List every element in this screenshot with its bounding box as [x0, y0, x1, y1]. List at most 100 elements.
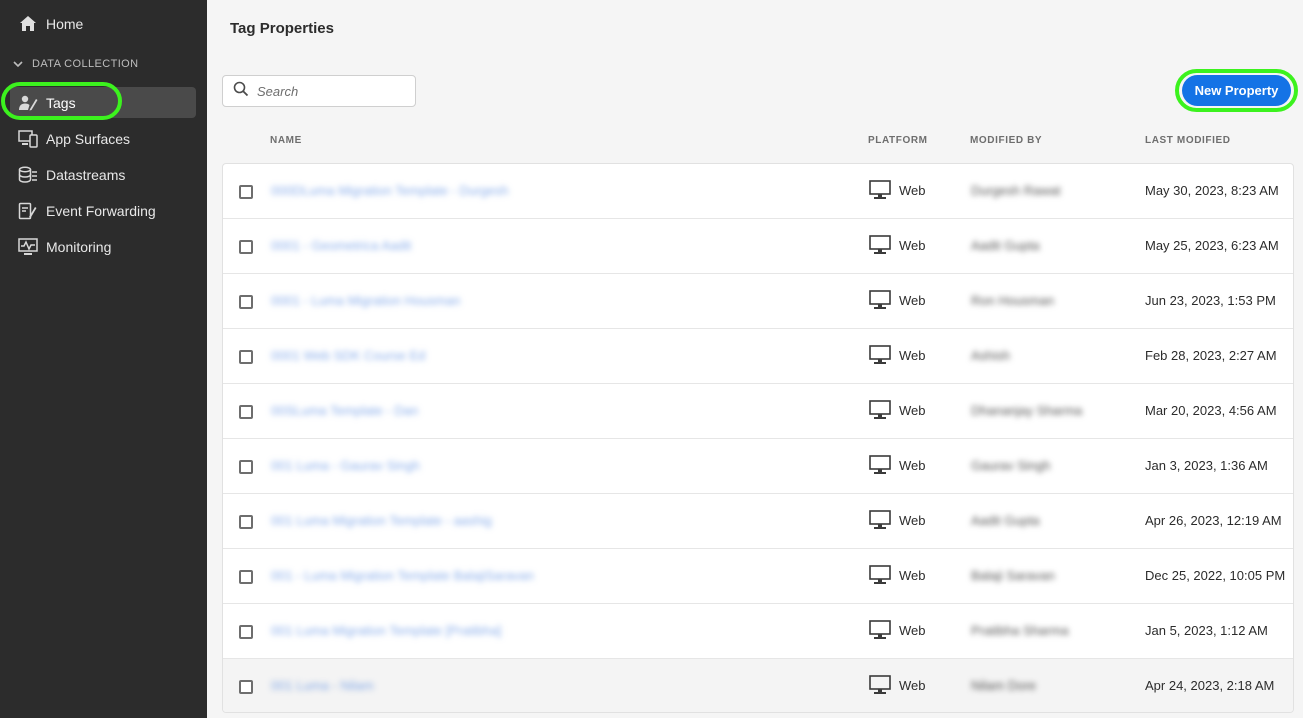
monitor-icon: [869, 675, 891, 695]
table-row[interactable]: 000DLuma Migration Template - Durgesh We…: [223, 164, 1293, 219]
platform-label: Web: [899, 512, 926, 528]
row-checkbox[interactable]: [239, 625, 253, 639]
datastreams-icon: [18, 165, 38, 185]
row-checkbox[interactable]: [239, 680, 253, 694]
modified-by-cell: Aadit Gupta: [971, 513, 1040, 528]
row-checkbox[interactable]: [239, 295, 253, 309]
section-data-collection[interactable]: DATA COLLECTION: [12, 58, 138, 70]
column-header-last-modified[interactable]: LAST MODIFIED: [1145, 135, 1231, 146]
platform-label: Web: [899, 677, 926, 693]
table-row[interactable]: 001 Luma - Gaurav Singh Web Gaurav Singh…: [223, 439, 1293, 494]
last-modified-cell: Apr 26, 2023, 12:19 AM: [1145, 513, 1282, 528]
table-row[interactable]: 001 Luma Migration Template [Pratibha] W…: [223, 604, 1293, 659]
name-redaction: [263, 329, 551, 383]
sidebar-item-label: Monitoring: [46, 238, 112, 255]
sidebar-item-label: Home: [46, 15, 84, 32]
monitor-icon: [869, 180, 891, 200]
modified-by-cell: Ashish: [971, 348, 1011, 363]
name-redaction: [263, 659, 551, 712]
platform-label: Web: [899, 237, 926, 253]
column-header-name[interactable]: NAME: [270, 135, 302, 146]
table-row[interactable]: 0001 - Luma Migration Housman Web Ron Ho…: [223, 274, 1293, 329]
name-redaction: [263, 274, 551, 328]
row-checkbox[interactable]: [239, 405, 253, 419]
platform-cell: Web: [869, 455, 926, 475]
last-modified-cell: Apr 24, 2023, 2:18 AM: [1145, 678, 1275, 693]
last-modified-cell: Feb 28, 2023, 2:27 AM: [1145, 348, 1277, 363]
sidebar-item-datastreams[interactable]: Datastreams: [10, 159, 196, 190]
row-checkbox[interactable]: [239, 240, 253, 254]
column-header-modified-by[interactable]: MODIFIED BY: [970, 135, 1042, 146]
row-checkbox[interactable]: [239, 350, 253, 364]
name-redaction: [263, 549, 551, 603]
name-redaction: [263, 164, 551, 218]
platform-label: Web: [899, 622, 926, 638]
modified-by-cell: Durgesh Rawat: [971, 183, 1061, 198]
app-surfaces-icon: [18, 129, 38, 149]
table-row[interactable]: 00SLuma Template - Dan Web Dhananjay Sha…: [223, 384, 1293, 439]
monitor-icon: [869, 345, 891, 365]
platform-cell: Web: [869, 510, 926, 530]
monitor-icon: [869, 235, 891, 255]
home-icon: [18, 14, 38, 34]
page-title: Tag Properties: [230, 20, 334, 37]
sidebar-item-app-surfaces[interactable]: App Surfaces: [10, 123, 196, 154]
sidebar-item-label: Datastreams: [46, 166, 126, 183]
properties-table: 000DLuma Migration Template - Durgesh We…: [222, 163, 1294, 713]
table-row[interactable]: 001 Luma - Nilam Web Nilam Dore Apr 24, …: [223, 659, 1293, 712]
monitor-icon: [869, 400, 891, 420]
last-modified-cell: Dec 25, 2022, 10:05 PM: [1145, 568, 1286, 583]
platform-cell: Web: [869, 565, 926, 585]
sidebar: Home DATA COLLECTION Tags App Surfaces D…: [0, 0, 207, 718]
sidebar-item-label: App Surfaces: [46, 130, 131, 147]
last-modified-cell: May 25, 2023, 6:23 AM: [1145, 238, 1279, 253]
platform-cell: Web: [869, 400, 926, 420]
monitor-icon: [869, 565, 891, 585]
table-row[interactable]: 001 - Luma Migration Template BalajiSara…: [223, 549, 1293, 604]
search-input[interactable]: [257, 83, 407, 99]
event-forwarding-icon: [18, 201, 38, 221]
last-modified-cell: Jun 23, 2023, 1:53 PM: [1145, 293, 1276, 308]
platform-label: Web: [899, 182, 926, 198]
sidebar-item-home[interactable]: Home: [10, 8, 196, 39]
modified-by-cell: Ron Housman: [971, 293, 1055, 308]
row-checkbox[interactable]: [239, 460, 253, 474]
sidebar-item-tags[interactable]: Tags: [10, 87, 196, 118]
row-checkbox[interactable]: [239, 515, 253, 529]
platform-label: Web: [899, 292, 926, 308]
modified-by-cell: Balaji Saravan: [971, 568, 1055, 583]
name-redaction: [263, 604, 551, 658]
sidebar-item-label: Event Forwarding: [46, 202, 156, 219]
new-property-button[interactable]: New Property: [1182, 75, 1291, 106]
last-modified-cell: Jan 3, 2023, 1:36 AM: [1145, 458, 1268, 473]
monitor-icon: [869, 290, 891, 310]
name-redaction: [263, 384, 551, 438]
last-modified-cell: May 30, 2023, 8:23 AM: [1145, 183, 1279, 198]
search-icon: [233, 81, 249, 102]
sidebar-item-label: Tags: [46, 94, 76, 111]
platform-label: Web: [899, 402, 926, 418]
monitor-icon: [869, 620, 891, 640]
row-checkbox[interactable]: [239, 570, 253, 584]
table-row[interactable]: 0001 Web SDK Course Ed Web Ashish Feb 28…: [223, 329, 1293, 384]
platform-cell: Web: [869, 345, 926, 365]
platform-cell: Web: [869, 180, 926, 200]
chevron-down-icon: [12, 58, 24, 70]
table-row[interactable]: 001 Luma Migration Template - aashig Web…: [223, 494, 1293, 549]
row-checkbox[interactable]: [239, 185, 253, 199]
modified-by-cell: Pratibha Sharma: [971, 623, 1069, 638]
platform-cell: Web: [869, 675, 926, 695]
platform-label: Web: [899, 457, 926, 473]
column-header-platform[interactable]: PLATFORM: [868, 135, 928, 146]
monitor-icon: [869, 455, 891, 475]
sidebar-item-monitoring[interactable]: Monitoring: [10, 231, 196, 262]
search-box[interactable]: [222, 75, 416, 107]
name-redaction: [263, 219, 551, 273]
platform-label: Web: [899, 347, 926, 363]
modified-by-cell: Nilam Dore: [971, 678, 1037, 693]
sidebar-item-event-forwarding[interactable]: Event Forwarding: [10, 195, 196, 226]
last-modified-cell: Jan 5, 2023, 1:12 AM: [1145, 623, 1268, 638]
platform-cell: Web: [869, 620, 926, 640]
section-label: DATA COLLECTION: [32, 58, 139, 70]
table-row[interactable]: 0001 - Geometrica Aadit Web Aadit Gupta …: [223, 219, 1293, 274]
